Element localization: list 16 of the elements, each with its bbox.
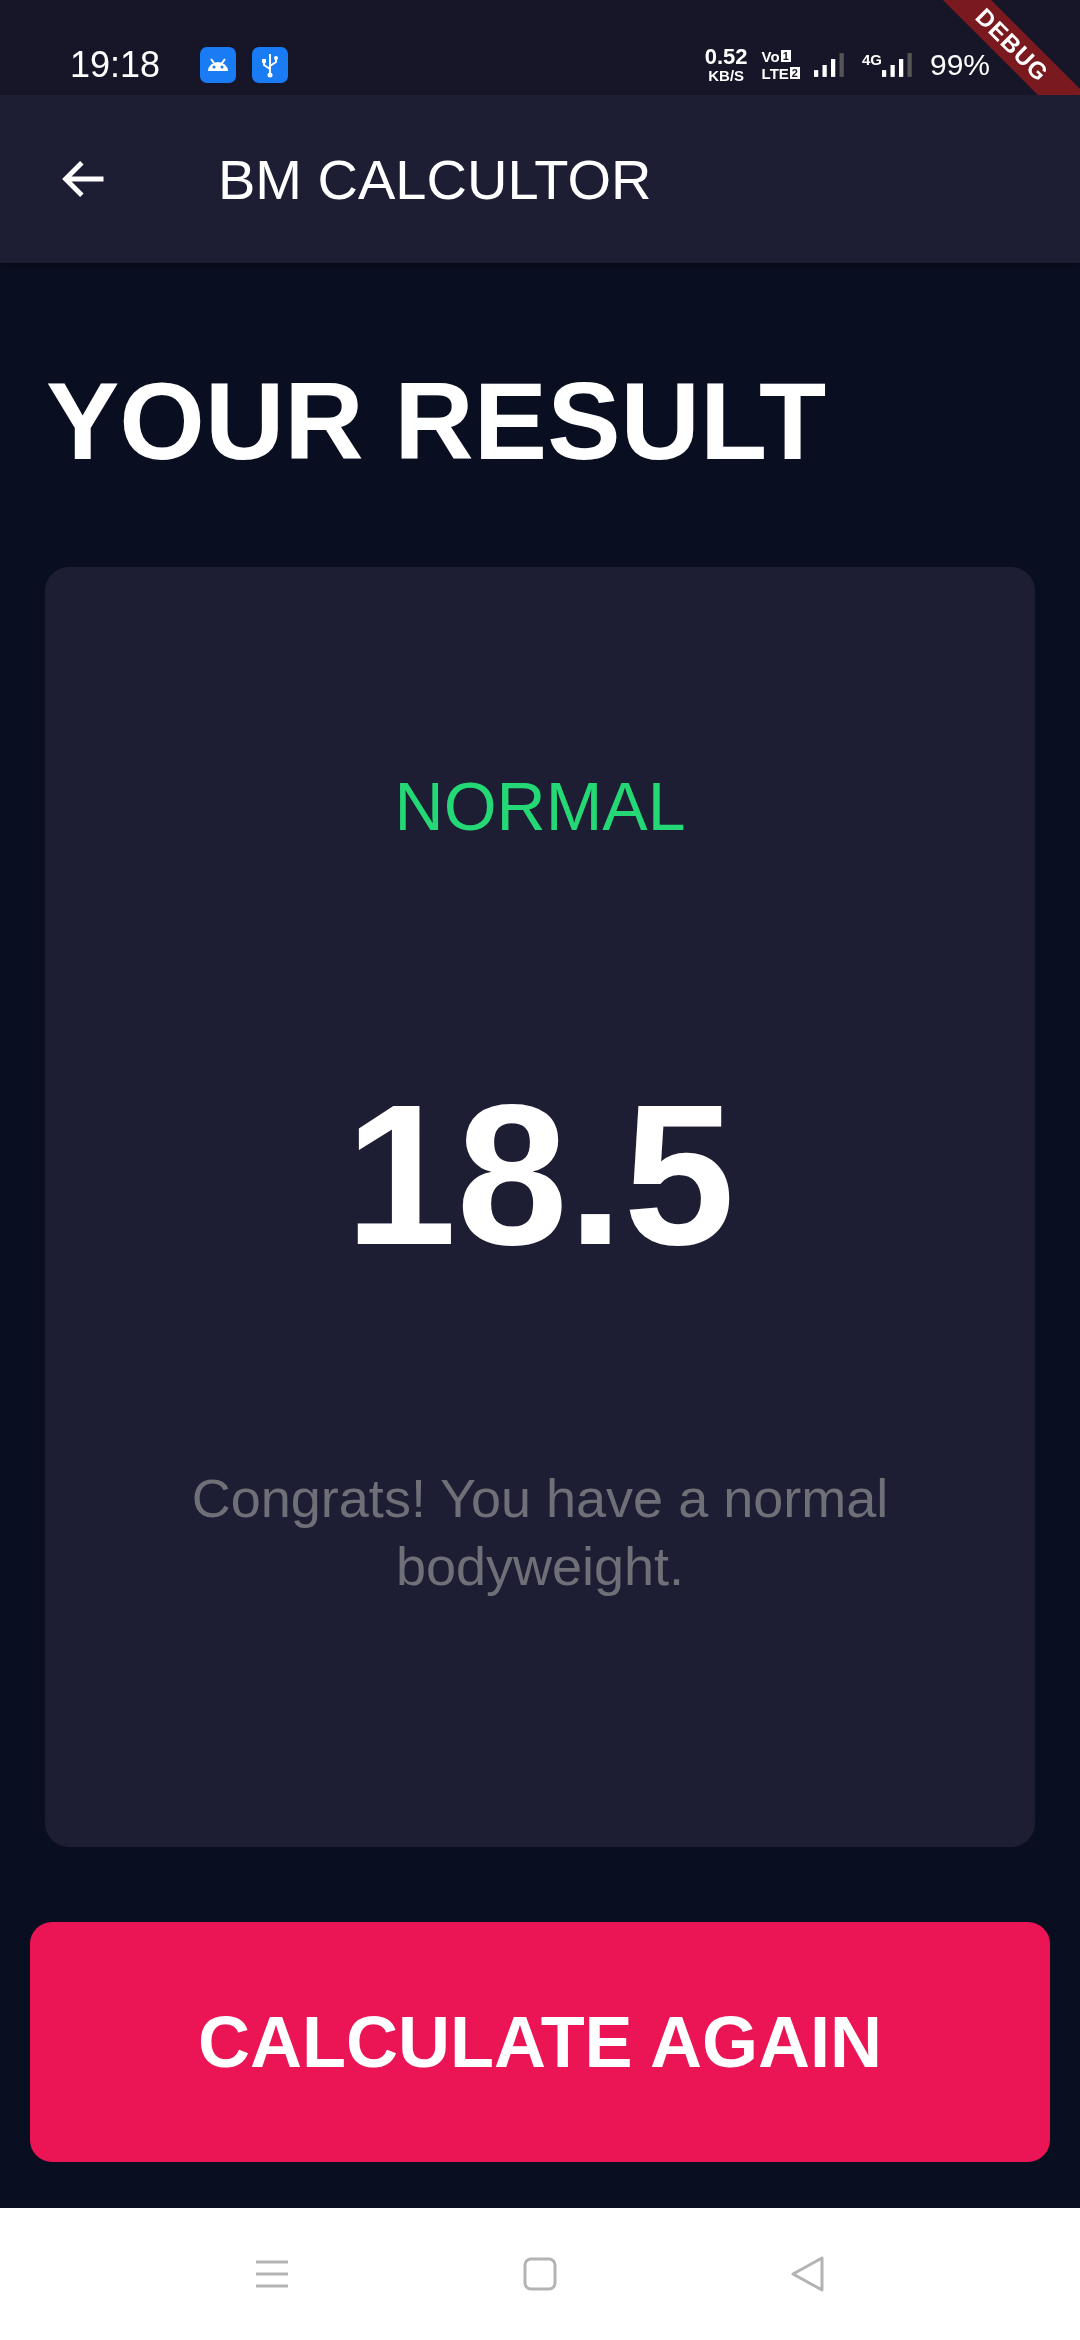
result-message: Congrats! You have a normal bodyweight.	[190, 1467, 890, 1598]
speed-unit: KB/S	[708, 68, 745, 83]
sim-number: 2	[789, 66, 800, 80]
app-title: BM CALCULTOR	[218, 146, 652, 212]
volte-label: Vo	[761, 48, 780, 64]
android-icon	[200, 46, 237, 83]
calculate-again-button[interactable]: CALCULATE AGAIN	[30, 1922, 1050, 2162]
network-type: 4G	[861, 50, 882, 68]
bmi-value: 18.5	[345, 1075, 735, 1275]
page-heading: YOUR RESULT	[46, 358, 828, 484]
sim-number: 1	[780, 49, 791, 63]
network-speed: 0.52	[704, 46, 748, 68]
clock: 19:18	[70, 43, 161, 86]
lte-label: LTE	[761, 65, 789, 81]
result-category: NORMAL	[394, 767, 686, 845]
usb-icon	[252, 46, 289, 83]
